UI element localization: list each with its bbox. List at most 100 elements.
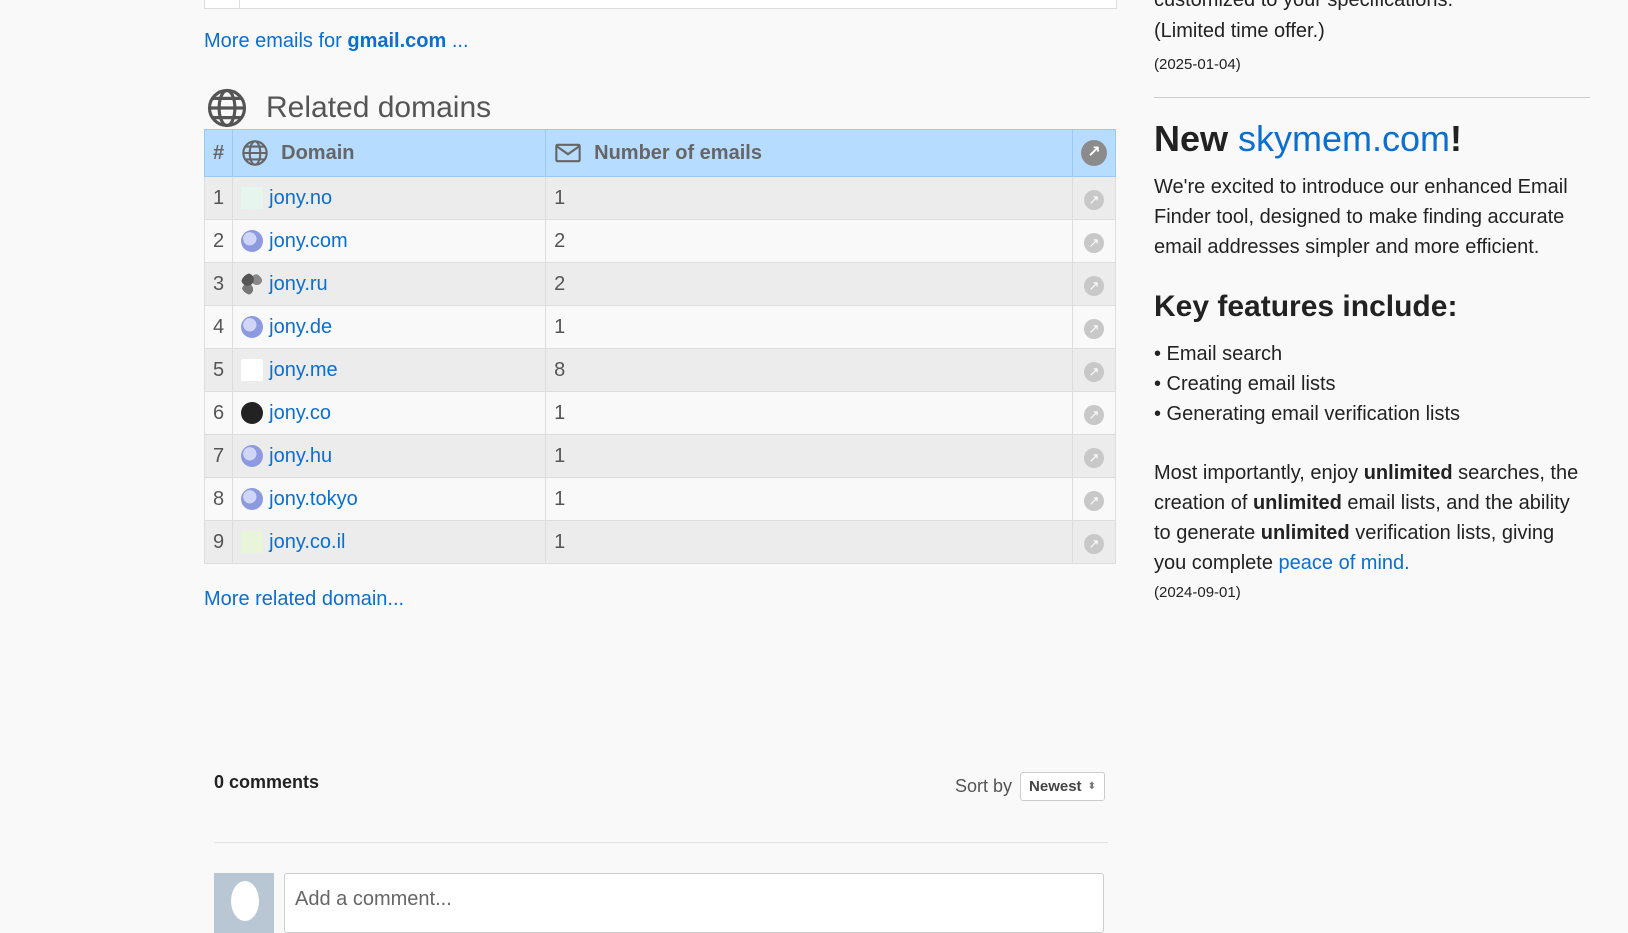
open-arrow-icon[interactable]: ↗ (1084, 189, 1104, 210)
arrow-icon[interactable]: ↗ (1081, 140, 1107, 166)
domain-cell: jony.hu (232, 434, 547, 478)
email-count: 1 (545, 477, 1073, 521)
globe-favicon-icon (241, 445, 264, 467)
table-row: 5 jony.me 8 ↗ (203, 348, 1116, 392)
domain-cell: jony.me (232, 348, 547, 392)
envelope-icon (555, 143, 581, 163)
comments-count: 0 comments (214, 772, 320, 792)
domain-link[interactable]: jony.co (269, 402, 331, 425)
row-index: 1 (203, 176, 234, 220)
domain-link[interactable]: jony.ru (269, 273, 328, 296)
email-count: 8 (545, 348, 1073, 392)
action-cell: ↗ (1072, 219, 1116, 263)
table-row: 1 jony.no 1 ↗ (203, 176, 1116, 220)
open-arrow-icon[interactable]: ↗ (1084, 490, 1104, 511)
domain-link[interactable]: jony.hu (269, 445, 332, 468)
offer-line: (Limited time offer.) (1154, 20, 1325, 42)
feature-item: • Email search (1154, 343, 1283, 365)
skymem-link[interactable]: skymem.com (1238, 118, 1450, 159)
peace-of-mind-link[interactable]: peace of mind. (1279, 552, 1410, 574)
related-domains-table: # Domain Number of emails ↗ 1 jony.no 1 ↗ 2 j… (203, 129, 1116, 564)
domain-header: Domain (232, 129, 547, 177)
jony-me-favicon-icon (241, 359, 264, 381)
email-count: 2 (545, 219, 1073, 263)
jony-co-favicon-icon (241, 402, 264, 424)
action-cell: ↗ (1072, 477, 1116, 521)
jony-no-favicon-icon (241, 187, 264, 209)
globe-favicon-icon (241, 316, 264, 338)
table-row: 8 jony.tokyo 1 ↗ (203, 477, 1116, 521)
previous-table-bottom (204, 0, 1117, 9)
sort-select[interactable]: Newest ⬍ (1020, 772, 1105, 801)
table-row: 9 jony.co.il 1 ↗ (203, 520, 1116, 564)
domain-link[interactable]: jony.me (269, 359, 338, 382)
email-count: 1 (545, 391, 1073, 435)
comment-input[interactable]: Add a comment... (284, 873, 1104, 933)
open-arrow-icon[interactable]: ↗ (1084, 533, 1104, 554)
features-list: • Email search • Creating email lists • … (1154, 339, 1460, 429)
row-index: 7 (203, 434, 234, 478)
domain-cell: jony.com (232, 219, 547, 263)
open-arrow-icon[interactable]: ↗ (1084, 275, 1104, 296)
domain-header-label: Domain (281, 141, 355, 164)
news-title: New skymem.com! (1154, 118, 1463, 159)
open-arrow-icon[interactable]: ↗ (1084, 361, 1104, 382)
sort-caret-icon: ⬍ (1087, 781, 1096, 792)
more-related-domain-link[interactable]: More related domain... (204, 588, 404, 611)
jony-co-il-favicon-icon (241, 531, 264, 553)
action-cell: ↗ (1072, 262, 1116, 306)
open-arrow-icon[interactable]: ↗ (1084, 447, 1104, 468)
domain-cell: jony.de (232, 305, 547, 349)
row-index: 8 (203, 477, 234, 521)
globe-favicon-icon (241, 230, 264, 252)
email-count: 1 (545, 520, 1073, 564)
index-header: # (203, 129, 234, 177)
domain-link[interactable]: jony.tokyo (269, 488, 358, 511)
emails-header: Number of emails (545, 129, 1073, 177)
table-row: 2 jony.com 2 ↗ (203, 219, 1116, 263)
news-intro: We're excited to introduce our enhanced … (1154, 176, 1568, 258)
table-row: 6 jony.co 1 ↗ (203, 391, 1116, 435)
avatar (214, 873, 274, 933)
domain-link[interactable]: jony.com (269, 230, 348, 253)
more-emails-link[interactable]: More emails for gmail.com ... (204, 30, 469, 53)
domain-link[interactable]: jony.de (269, 316, 332, 339)
domain-cell: jony.ru (232, 262, 547, 306)
action-cell: ↗ (1072, 391, 1116, 435)
sort-by-label: Sort by (955, 776, 1013, 796)
action-cell: ↗ (1072, 520, 1116, 564)
open-arrow-icon[interactable]: ↗ (1084, 318, 1104, 339)
domain-cell: jony.no (232, 176, 547, 220)
globe-icon (242, 140, 268, 166)
row-index: 5 (203, 348, 234, 392)
email-count: 1 (545, 434, 1073, 478)
email-count: 1 (545, 305, 1073, 349)
domain-cell: jony.tokyo (232, 477, 547, 521)
domain-link[interactable]: jony.co.il (269, 531, 345, 554)
unlimited-paragraph: Most importantly, enjoy unlimited search… (1154, 462, 1579, 574)
action-cell: ↗ (1072, 305, 1116, 349)
email-count: 1 (545, 176, 1073, 220)
globe-icon (207, 88, 247, 128)
related-domains-title: Related domains (266, 91, 492, 124)
row-index: 9 (203, 520, 234, 564)
comments-divider (214, 842, 1108, 843)
news-date-2: (2024-09-01) (1154, 584, 1241, 601)
row-index: 2 (203, 219, 234, 263)
feature-item: • Generating email verification lists (1154, 403, 1461, 425)
jony-ru-favicon-icon (241, 273, 264, 295)
email-count: 2 (545, 262, 1073, 306)
offer-text-cut: customized to your specifications. (1154, 0, 1454, 11)
domain-link[interactable]: jony.no (269, 187, 332, 210)
feature-item: • Creating email lists (1154, 373, 1336, 395)
domain-cell: jony.co (232, 391, 547, 435)
related-domains-heading: Related domains (206, 86, 491, 130)
row-index: 3 (203, 262, 234, 306)
sort-by: Sort by Newest ⬍ (955, 772, 1105, 801)
open-arrow-icon[interactable]: ↗ (1084, 404, 1104, 425)
globe-favicon-icon (241, 488, 264, 510)
action-cell: ↗ (1072, 434, 1116, 478)
open-arrow-icon[interactable]: ↗ (1084, 232, 1104, 253)
action-header: ↗ (1072, 129, 1116, 177)
features-title: Key features include: (1154, 290, 1458, 323)
